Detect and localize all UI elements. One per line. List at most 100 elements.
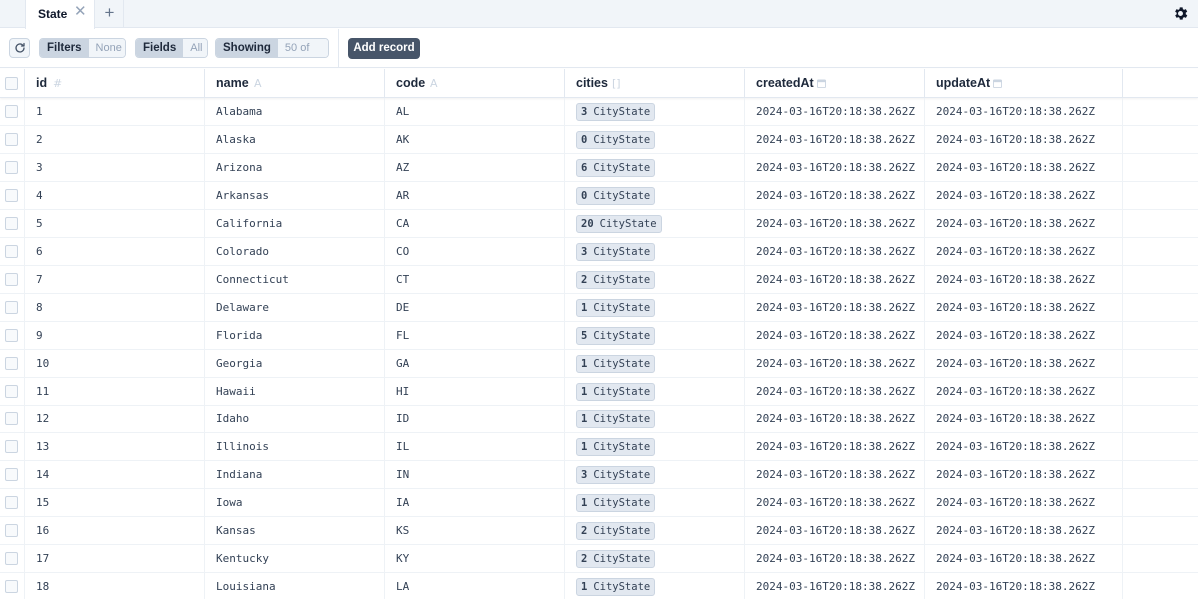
cell-updateAt[interactable]: 2024-03-16T20:18:38.262Z [925,209,1123,238]
cell-id[interactable]: 7 [25,265,205,294]
table-row[interactable]: 4 Arkansas AR 0 CityState 2024-03-16T20:18:38… [0,181,1198,210]
cell-createdAt[interactable]: 2024-03-16T20:18:38.262Z [745,98,925,126]
row-checkbox[interactable] [5,188,18,202]
cell-updateAt[interactable]: 2024-03-16T20:18:38.262Z [925,125,1123,154]
cell-updateAt[interactable]: 2024-03-16T20:18:38.262Z [925,489,1123,518]
row-checkbox[interactable] [5,272,18,286]
relation-chip[interactable]: 3 CityState [576,103,656,121]
cell-cities[interactable]: 2 CityState [565,517,745,546]
relation-chip[interactable]: 2 CityState [576,270,656,289]
row-checkbox[interactable] [5,300,18,314]
cell-createdAt[interactable]: 2024-03-16T20:18:38.262Z [745,377,925,406]
cell-updateAt[interactable]: 2024-03-16T20:18:38.262Z [925,573,1123,599]
cell-cities[interactable]: 1 CityState [565,293,745,322]
cell-code[interactable]: AR [385,181,565,210]
cell-id[interactable]: 6 [25,237,205,266]
cell-id[interactable]: 4 [25,181,205,210]
cell-name[interactable]: Kentucky [205,545,385,574]
cell-createdAt[interactable]: 2024-03-16T20:18:38.262Z [745,461,925,490]
cell-createdAt[interactable]: 2024-03-16T20:18:38.262Z [745,545,925,574]
cell-id[interactable]: 16 [25,517,205,546]
cell-name[interactable]: Arkansas [205,181,385,210]
cell-name[interactable]: California [205,209,385,238]
cell-cities[interactable]: 2 CityState [565,265,745,294]
row-checkbox[interactable] [5,580,18,594]
cell-updateAt[interactable]: 2024-03-16T20:18:38.262Z [925,98,1123,126]
relation-chip[interactable]: 20 CityState [576,214,662,233]
table-row[interactable]: 11 Hawaii HI 1 CityState 2024-03-16T20:18:38.… [0,377,1198,406]
table-row[interactable]: 14 Indiana IN 3 CityState 2024-03-16T20:18:38… [0,461,1198,490]
cell-name[interactable]: Delaware [205,293,385,322]
cell-name[interactable]: Arizona [205,153,385,182]
cell-name[interactable]: Connecticut [205,265,385,294]
cell-cities[interactable]: 20 CityState [565,209,745,238]
cell-id[interactable]: 13 [25,433,205,462]
cell-createdAt[interactable]: 2024-03-16T20:18:38.262Z [745,517,925,546]
cell-updateAt[interactable]: 2024-03-16T20:18:38.262Z [925,517,1123,546]
cell-code[interactable]: KY [385,545,565,574]
cell-cities[interactable]: 3 CityState [565,98,745,126]
cell-name[interactable]: Kansas [205,517,385,546]
relation-chip[interactable]: 6 CityState [576,158,656,177]
cell-createdAt[interactable]: 2024-03-16T20:18:38.262Z [745,405,925,434]
cell-id[interactable]: 2 [25,125,205,154]
cell-createdAt[interactable]: 2024-03-16T20:18:38.262Z [745,321,925,350]
cell-code[interactable]: GA [385,349,565,378]
relation-chip[interactable]: 1 CityState [576,494,656,513]
cell-createdAt[interactable]: 2024-03-16T20:18:38.262Z [745,349,925,378]
cell-name[interactable]: Alabama [205,98,385,126]
cell-name[interactable]: Iowa [205,489,385,518]
table-row[interactable]: 10 Georgia GA 1 CityState 2024-03-16T20:18:38… [0,349,1198,378]
relation-chip[interactable]: 1 CityState [576,354,656,373]
cell-code[interactable]: LA [385,573,565,599]
table-row[interactable]: 6 Colorado CO 3 CityState 2024-03-16T20:18:38… [0,237,1198,266]
refresh-button[interactable] [9,38,30,58]
cell-id[interactable]: 17 [25,545,205,574]
row-checkbox[interactable] [5,160,18,174]
relation-chip[interactable]: 1 CityState [576,410,656,429]
table-row[interactable]: 5 California CA 20 CityState 2024-03-16T20:18… [0,209,1198,238]
cell-code[interactable]: CA [385,209,565,238]
relation-chip[interactable]: 0 CityState [576,186,656,205]
table-row[interactable]: 12 Idaho ID 1 CityState 2024-03-16T20:18:38.2… [0,405,1198,434]
cell-name[interactable]: Alaska [205,125,385,154]
table-row[interactable]: 13 Illinois IL 1 CityState 2024-03-16T20:18:3… [0,433,1198,462]
cell-id[interactable]: 10 [25,349,205,378]
relation-chip[interactable]: 3 CityState [576,242,656,261]
cell-updateAt[interactable]: 2024-03-16T20:18:38.262Z [925,293,1123,322]
row-checkbox[interactable] [5,328,18,342]
cell-code[interactable]: IN [385,461,565,490]
table-row[interactable]: 3 Arizona AZ 6 CityState 2024-03-16T20:18:38.… [0,153,1198,182]
cell-name[interactable]: Illinois [205,433,385,462]
row-checkbox[interactable] [5,216,18,230]
table-row[interactable]: 1 Alabama AL 3 CityState 2024-03-16T20:18:38.… [0,98,1198,126]
gear-icon[interactable] [1172,5,1189,22]
cell-updateAt[interactable]: 2024-03-16T20:18:38.262Z [925,545,1123,574]
select-all-checkbox[interactable] [5,77,18,90]
cell-updateAt[interactable]: 2024-03-16T20:18:38.262Z [925,461,1123,490]
column-header-cities[interactable]: cities [] [565,69,745,98]
cell-updateAt[interactable]: 2024-03-16T20:18:38.262Z [925,349,1123,378]
cell-code[interactable]: ID [385,405,565,434]
row-checkbox[interactable] [5,552,18,566]
row-checkbox[interactable] [5,105,18,118]
cell-id[interactable]: 12 [25,405,205,434]
row-checkbox[interactable] [5,132,18,146]
relation-chip[interactable]: 2 CityState [576,550,656,569]
cell-id[interactable]: 8 [25,293,205,322]
cell-updateAt[interactable]: 2024-03-16T20:18:38.262Z [925,321,1123,350]
cell-cities[interactable]: 0 CityState [565,181,745,210]
cell-updateAt[interactable]: 2024-03-16T20:18:38.262Z [925,405,1123,434]
row-checkbox[interactable] [5,440,18,454]
cell-createdAt[interactable]: 2024-03-16T20:18:38.262Z [745,237,925,266]
cell-createdAt[interactable]: 2024-03-16T20:18:38.262Z [745,433,925,462]
table-row[interactable]: 7 Connecticut CT 2 CityState 2024-03-16T20:18… [0,265,1198,294]
cell-code[interactable]: CT [385,265,565,294]
relation-chip[interactable]: 3 CityState [576,466,656,485]
cell-updateAt[interactable]: 2024-03-16T20:18:38.262Z [925,153,1123,182]
cell-cities[interactable]: 3 CityState [565,461,745,490]
table-row[interactable]: 18 Louisiana LA 1 CityState 2024-03-16T20:18:… [0,573,1198,599]
cell-createdAt[interactable]: 2024-03-16T20:18:38.262Z [745,209,925,238]
relation-chip[interactable]: 5 CityState [576,326,656,345]
table-row[interactable]: 9 Florida FL 5 CityState 2024-03-16T20:18:38.… [0,321,1198,350]
